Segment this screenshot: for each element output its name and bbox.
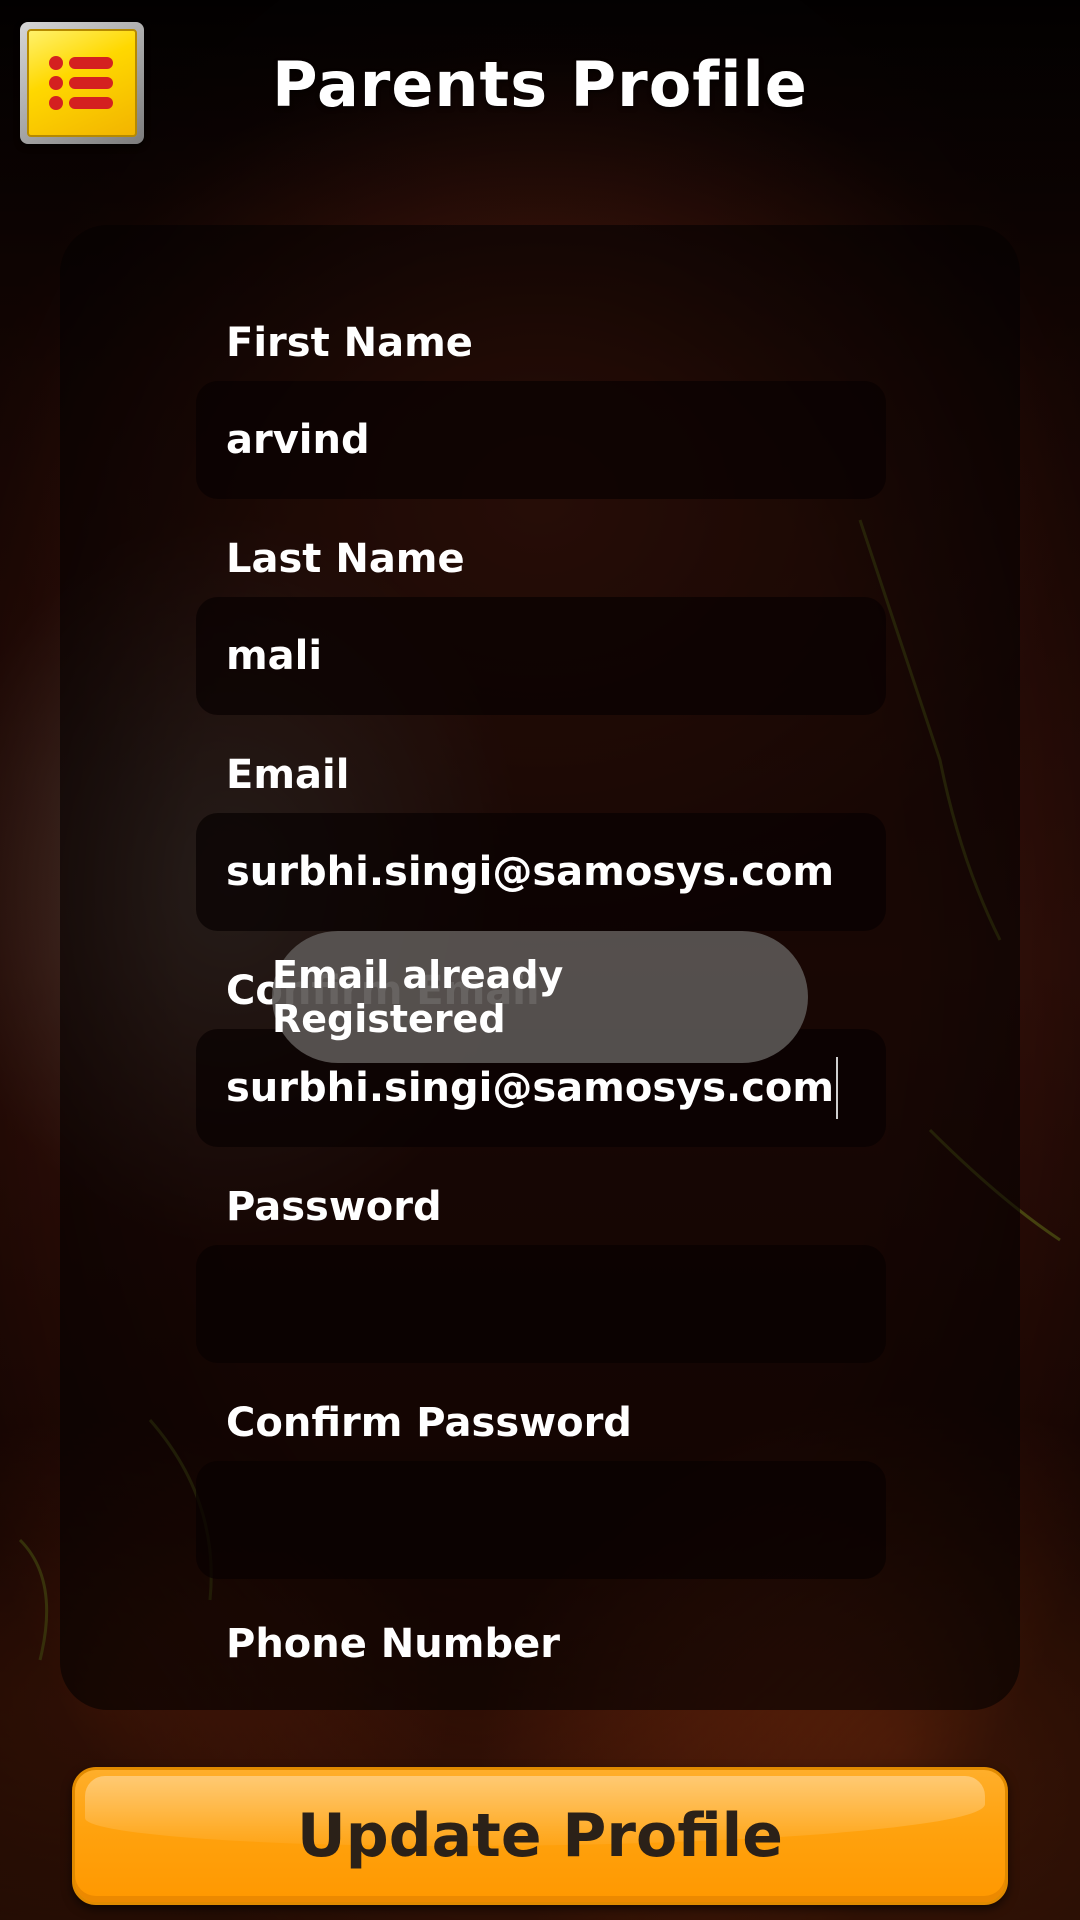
- text-caret: [836, 1057, 839, 1119]
- last-name-field[interactable]: mali: [196, 597, 886, 715]
- confirm-password-field[interactable]: [196, 1461, 886, 1579]
- first-name-field[interactable]: arvind: [196, 381, 886, 499]
- email-field[interactable]: surbhi.singi@samosys.com: [196, 813, 886, 931]
- page-title: Parents Profile: [272, 48, 808, 121]
- password-field[interactable]: [196, 1245, 886, 1363]
- last-name-value: mali: [226, 633, 323, 679]
- last-name-label: Last Name: [226, 536, 465, 582]
- phone-number-label: Phone Number: [226, 1621, 560, 1667]
- confirm-password-label: Confirm Password: [226, 1400, 632, 1446]
- update-profile-button[interactable]: Update Profile: [72, 1767, 1008, 1905]
- first-name-label: First Name: [226, 320, 473, 366]
- confirm-email-value: surbhi.singi@samosys.com: [226, 1065, 835, 1111]
- password-label: Password: [226, 1184, 442, 1230]
- email-label: Email: [226, 752, 350, 798]
- email-value: surbhi.singi@samosys.com: [226, 849, 835, 895]
- first-name-value: arvind: [226, 417, 370, 463]
- update-profile-label: Update Profile: [297, 1801, 783, 1871]
- error-toast: Email already Registered: [272, 931, 808, 1063]
